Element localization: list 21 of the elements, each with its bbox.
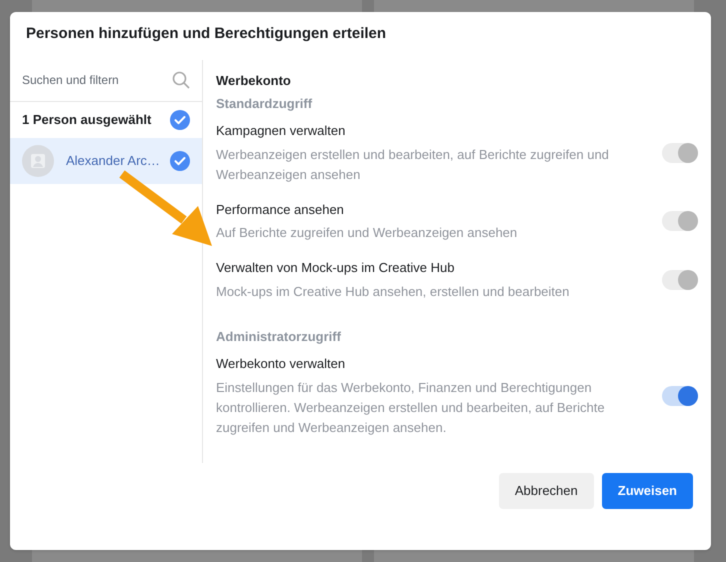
permission-description: Werbeanzeigen erstellen und bearbeiten, auf Berichte zugreifen und Werbeanzeigen ansehen bbox=[216, 146, 610, 184]
avatar-icon bbox=[22, 144, 54, 176]
section-heading: Standardzugriff bbox=[216, 94, 314, 113]
permission-title: Performance ansehen bbox=[216, 200, 345, 218]
person-item[interactable]: Alexander Arc… bbox=[10, 138, 202, 184]
selection-count: 1 Person ausgewählt bbox=[22, 110, 152, 129]
dialog-title: Personen hinzufügen und Berechtigungen erteilen bbox=[25, 24, 388, 44]
permission-description: Auf Berichte zugreifen und Werbeanzeigen ansehen bbox=[216, 224, 518, 242]
toggle-switch[interactable] bbox=[662, 386, 698, 406]
permission-title: Verwalten von Mock-ups im Creative Hub bbox=[216, 259, 456, 277]
permission-title: Werbekonto verwalten bbox=[216, 355, 346, 373]
permission-title: Kampagnen verwalten bbox=[216, 122, 346, 140]
account-title: Werbekonto bbox=[216, 72, 292, 90]
cancel-button[interactable]: Abbrechen bbox=[498, 472, 594, 508]
search-field[interactable]: Suchen und filtern bbox=[22, 71, 162, 89]
assign-button[interactable]: Zuweisen bbox=[602, 472, 693, 508]
permission-description: Einstellungen für das Werbekonto, Finanzen und Berechtigungen kontrollieren. Werbeanzeigen erstellen und bearbeiten, auf Berichte zugreifen und Werbeanzeigen ansehen. bbox=[216, 378, 606, 437]
section-heading: Administratorzugriff bbox=[216, 328, 342, 346]
permission-description: Mock-ups im Creative Hub ansehen, erstellen und bearbeiten bbox=[216, 282, 570, 301]
person-name: Alexander Arc… bbox=[66, 152, 160, 170]
search-icon bbox=[172, 71, 190, 89]
